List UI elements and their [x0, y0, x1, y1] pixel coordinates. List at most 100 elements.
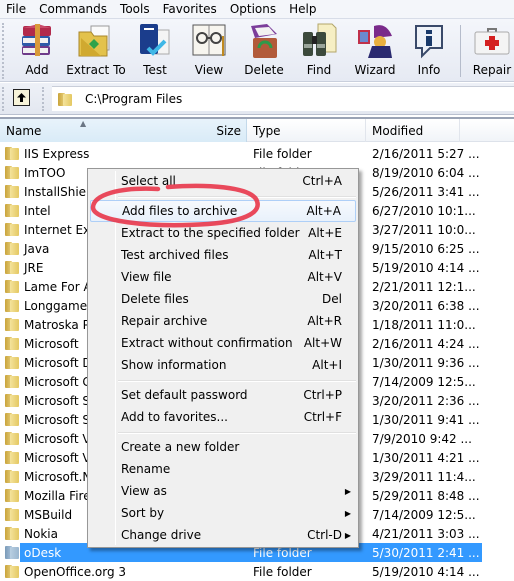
- menu-item-add-files-to-archive[interactable]: Add files to archive Alt+A: [90, 200, 356, 222]
- file-name: Microsoft: [24, 336, 79, 351]
- menu-item-select-all[interactable]: Select all Ctrl+A: [90, 170, 356, 192]
- menu-commands[interactable]: Commands: [37, 2, 114, 16]
- menu-item-repair-archive[interactable]: Repair archive Alt+R: [90, 310, 356, 332]
- toolbar-info-button[interactable]: Info: [399, 22, 459, 80]
- menu-favorites[interactable]: Favorites: [161, 2, 224, 16]
- toolbar-find-button[interactable]: Find: [289, 22, 349, 80]
- menu-item-label: Extract without confirmation: [121, 336, 293, 350]
- menu-item-label: Delete files: [121, 292, 189, 306]
- file-name-cell: Microsoft D: [5, 356, 92, 370]
- file-name: Intel: [24, 203, 51, 218]
- address-bar: C:\Program Files: [0, 83, 514, 115]
- folder-icon: [5, 527, 19, 540]
- menu-help[interactable]: Help: [287, 2, 323, 16]
- menu-item-extract-to-the-specified-folder[interactable]: Extract to the specified folder Alt+E: [90, 222, 356, 244]
- menu-item-view-as[interactable]: View as ▶: [90, 480, 356, 502]
- extract-folder-icon: [77, 22, 115, 60]
- toolbar-repair-button[interactable]: Repair: [462, 22, 514, 80]
- file-modified: 2/21/2011 12:1...: [372, 279, 476, 294]
- toolbar-delete-button[interactable]: Delete: [234, 22, 294, 80]
- menu-item-label: Test archived files: [121, 248, 229, 262]
- menu-item-extract-without-confirmation[interactable]: Extract without confirmation Alt+W: [90, 332, 356, 354]
- toolbar-label: Delete: [244, 63, 284, 77]
- archive-books-icon: [18, 22, 56, 60]
- file-name-cell: Mozilla Firef: [5, 489, 95, 503]
- up-folder-button[interactable]: [13, 89, 30, 106]
- file-name-cell: ImTOO: [5, 166, 65, 180]
- file-name-cell: Microsoft SG: [5, 413, 99, 427]
- menu-item-sort-by[interactable]: Sort by ▶: [90, 502, 356, 524]
- folder-icon: [5, 261, 19, 274]
- menu-bar: File Commands Tools Favorites Options Help: [0, 0, 514, 19]
- file-name: Mozilla Firef: [24, 488, 95, 503]
- toolbar-extract-to-button[interactable]: Extract To: [66, 22, 126, 80]
- file-modified: 3/20/2011 6:38 ...: [372, 298, 480, 313]
- column-type[interactable]: Type: [247, 119, 366, 142]
- menu-separator: [118, 196, 356, 198]
- file-modified: 8/19/2010 6:04 ...: [372, 165, 480, 180]
- file-name: OpenOffice.org 3: [24, 564, 127, 579]
- menu-item-label: Extract to the specified folder: [121, 226, 300, 240]
- menu-item-rename[interactable]: Rename: [90, 458, 356, 480]
- folder-icon: [5, 394, 19, 407]
- menu-item-label: Repair archive: [121, 314, 208, 328]
- address-path: C:\Program Files: [85, 92, 183, 106]
- toolbar-grip[interactable]: [2, 23, 5, 79]
- toolbar-label: Find: [306, 63, 332, 77]
- file-name: ImTOO: [24, 165, 66, 180]
- menu-item-test-archived-files[interactable]: Test archived files Alt+T: [90, 244, 356, 266]
- menu-options[interactable]: Options: [228, 2, 283, 16]
- sort-ascending-icon: ▲: [80, 119, 87, 128]
- menu-separator: [118, 380, 356, 382]
- file-modified: 7/14/2009 12:5...: [372, 374, 476, 389]
- file-name-cell: Microsoft: [5, 337, 79, 351]
- menu-item-create-a-new-folder[interactable]: Create a new folder: [90, 436, 356, 458]
- menu-tools[interactable]: Tools: [118, 2, 157, 16]
- toolbar-view-button[interactable]: View: [179, 22, 239, 80]
- folder-icon: [5, 356, 19, 369]
- menu-file[interactable]: File: [4, 2, 33, 16]
- menu-item-set-default-password[interactable]: Set default password Ctrl+P: [90, 384, 356, 406]
- folder-icon: [5, 147, 19, 160]
- column-size[interactable]: Size: [200, 119, 247, 142]
- file-modified: 3/20/2011 2:36 ...: [372, 393, 480, 408]
- menu-item-shortcut: Alt+E: [308, 226, 342, 240]
- file-name-cell: OpenOffice.org 3: [5, 565, 126, 579]
- menu-item-view-file[interactable]: View file Alt+V: [90, 266, 356, 288]
- toolbar-label: View: [194, 63, 224, 77]
- toolbar-label: Add: [25, 63, 49, 77]
- menu-item-label: Change drive: [121, 528, 202, 542]
- address-grip[interactable]: [2, 87, 5, 111]
- toolbar-wizard-button[interactable]: Wizard: [345, 22, 405, 80]
- file-name: Longgame: [24, 298, 88, 313]
- submenu-arrow-icon: ▶: [344, 508, 351, 518]
- folder-icon: [5, 166, 19, 179]
- file-name-cell: Nokia: [5, 527, 58, 541]
- toolbar-add-button[interactable]: Add: [7, 22, 67, 80]
- toolbar-label: Test: [143, 63, 167, 77]
- menu-item-change-drive[interactable]: Change drive Ctrl-D ▶: [90, 524, 356, 546]
- file-modified: 5/19/2010 4:14 ...: [372, 564, 480, 579]
- column-modified[interactable]: Modified: [366, 119, 460, 142]
- menu-item-delete-files[interactable]: Delete files Del: [90, 288, 356, 310]
- menu-item-show-information[interactable]: Show information Alt+I: [90, 354, 356, 376]
- menu-item-shortcut: Alt+A: [306, 204, 341, 218]
- file-name-cell: MSBuild: [5, 508, 72, 522]
- file-name: Nokia: [24, 526, 58, 541]
- file-row[interactable]: OpenOffice.org 3 File folder 5/19/2010 4:1…: [0, 562, 514, 581]
- file-name-cell: Longgame: [5, 299, 87, 313]
- address-field[interactable]: C:\Program Files: [52, 86, 514, 111]
- submenu-arrow-icon: ▶: [344, 530, 351, 540]
- menu-item-add-to-favorites[interactable]: Add to favorites... Ctrl+F: [90, 406, 356, 428]
- folder-icon: [5, 185, 19, 198]
- file-row[interactable]: IIS Express File folder 2/16/2011 5:27 ...: [0, 144, 514, 163]
- file-name: oDesk: [24, 545, 62, 560]
- toolbar-test-button[interactable]: Test: [125, 22, 185, 80]
- menu-item-shortcut: Ctrl+F: [303, 410, 342, 424]
- file-type: File folder: [253, 146, 312, 161]
- first-aid-kit-icon: [473, 22, 511, 60]
- toolbar-label: Info: [417, 63, 441, 77]
- file-name-cell: InstallShield: [5, 185, 97, 199]
- file-modified: 7/9/2010 9:42 ...: [372, 431, 472, 446]
- menu-item-shortcut: Ctrl+A: [302, 174, 342, 188]
